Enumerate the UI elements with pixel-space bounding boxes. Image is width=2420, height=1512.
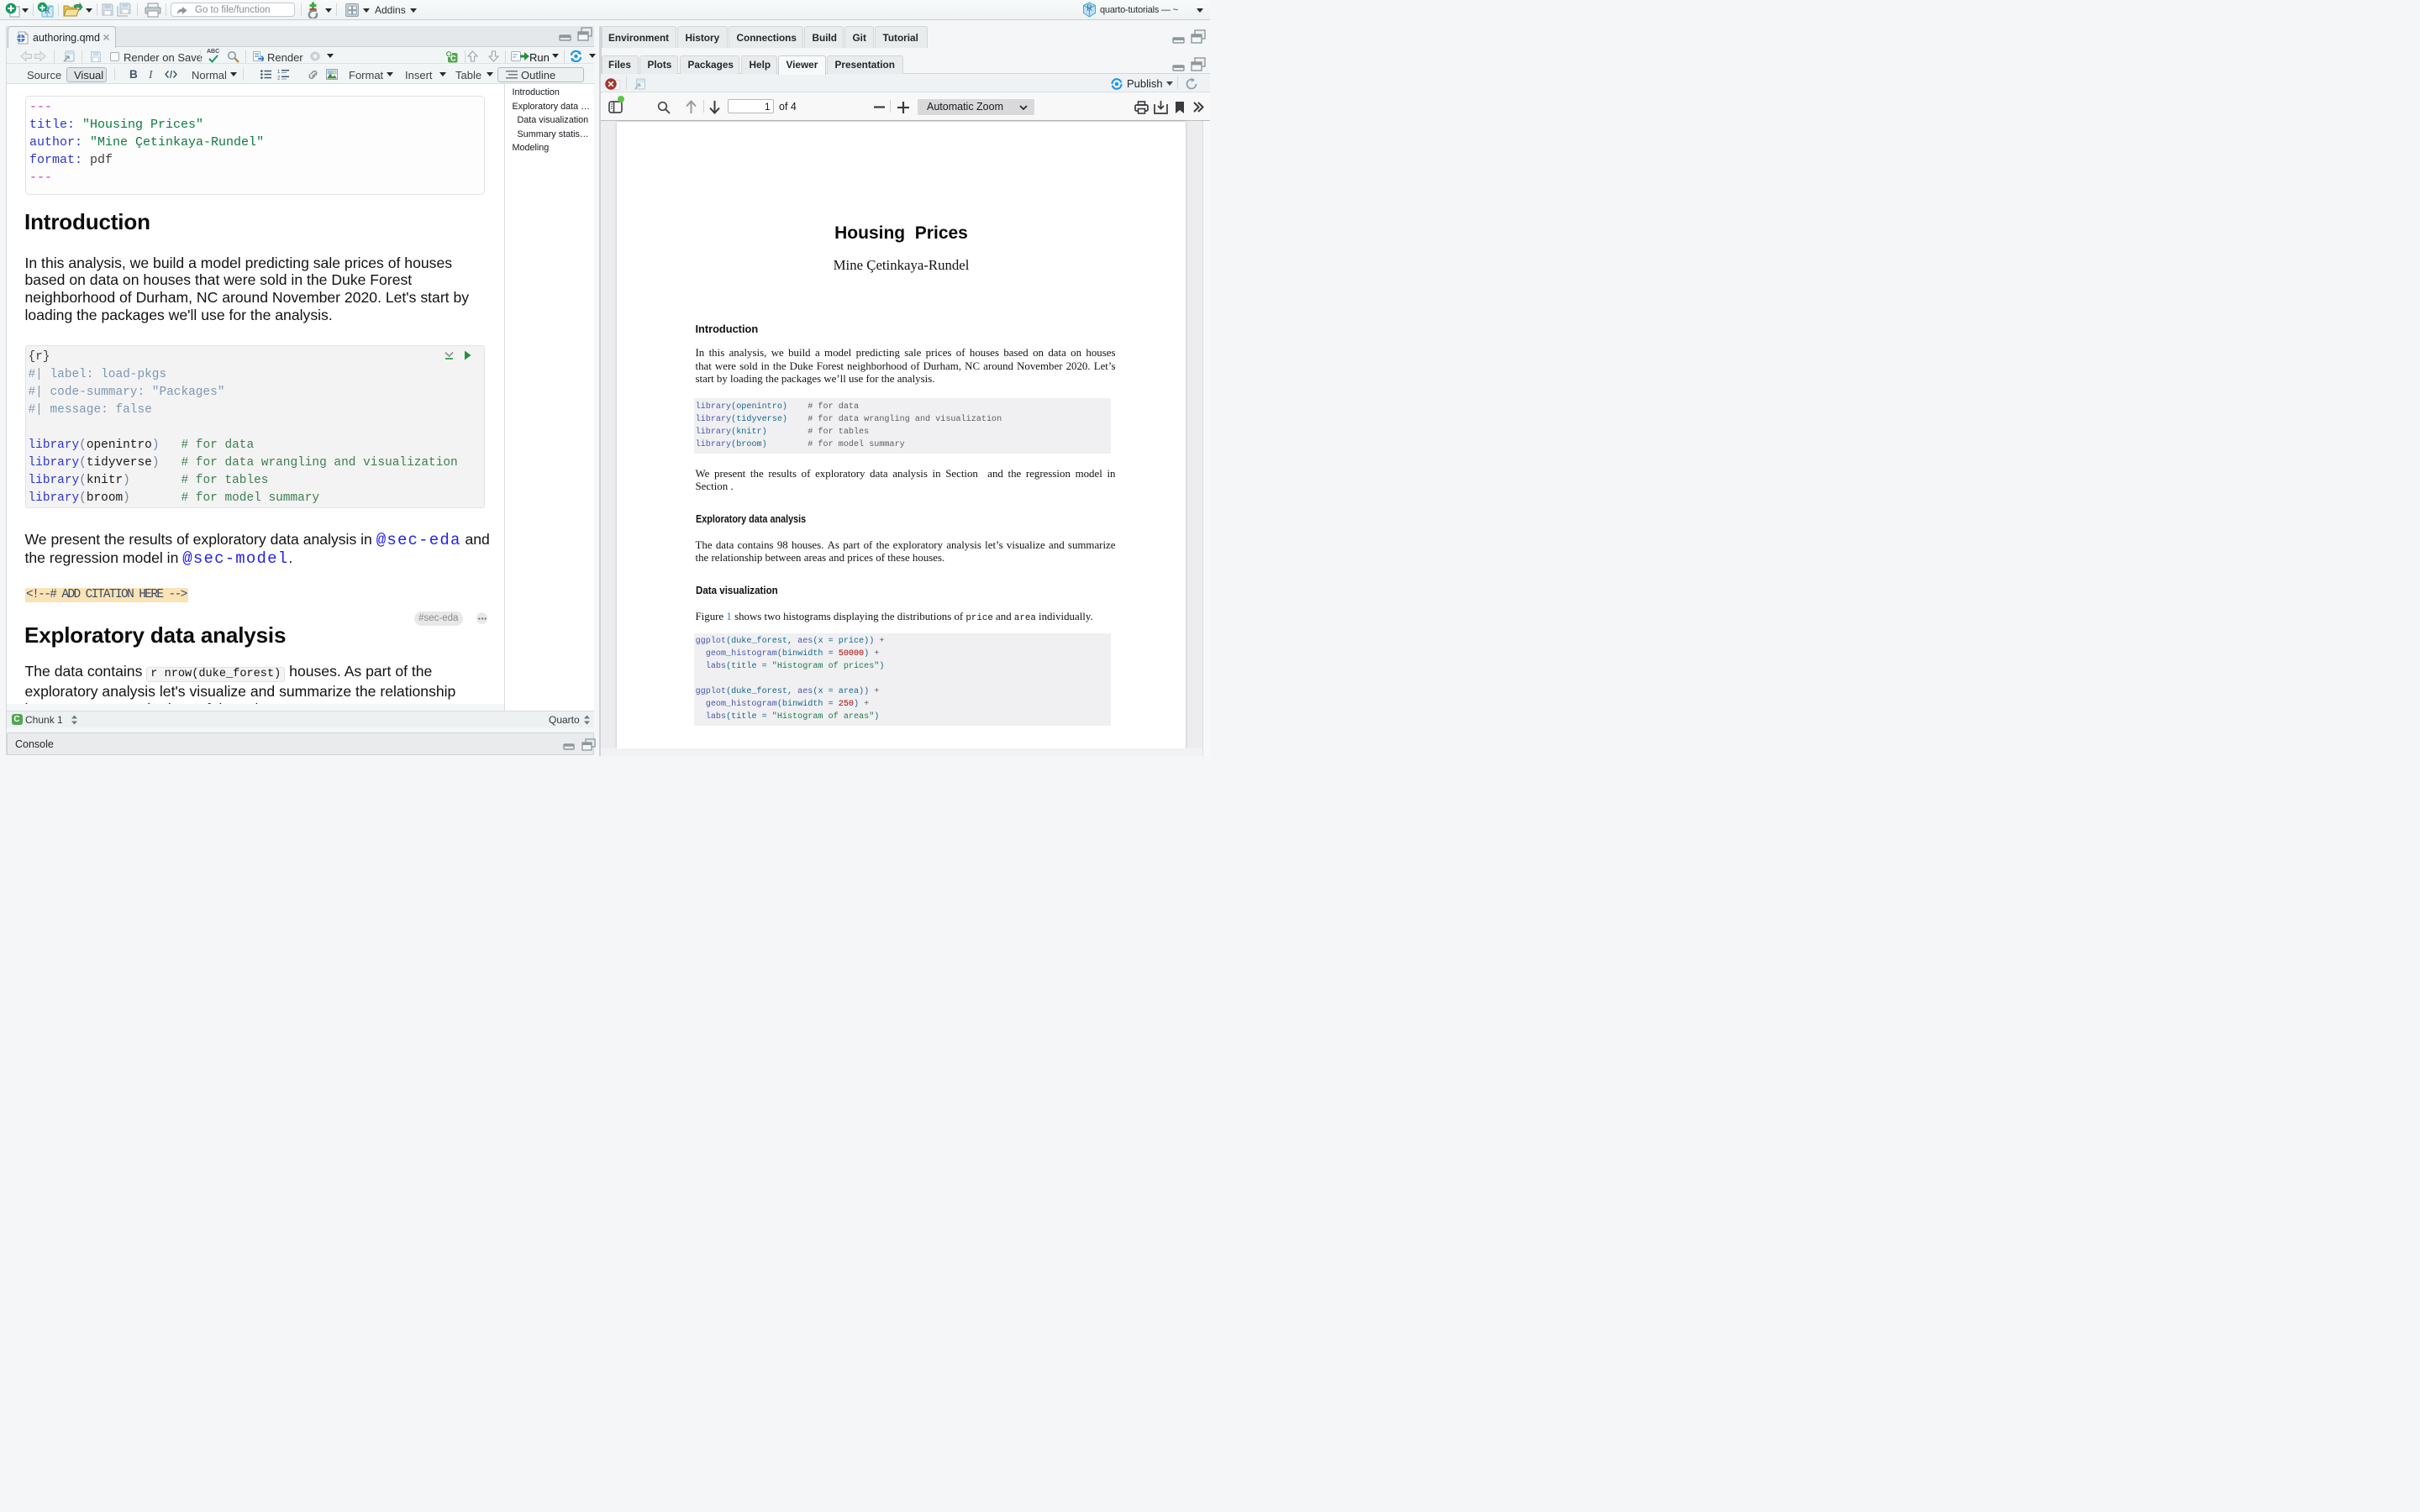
svg-text:1: 1 [277, 70, 281, 75]
svg-text:2: 2 [277, 76, 281, 80]
svg-text:R: R [1086, 4, 1092, 13]
